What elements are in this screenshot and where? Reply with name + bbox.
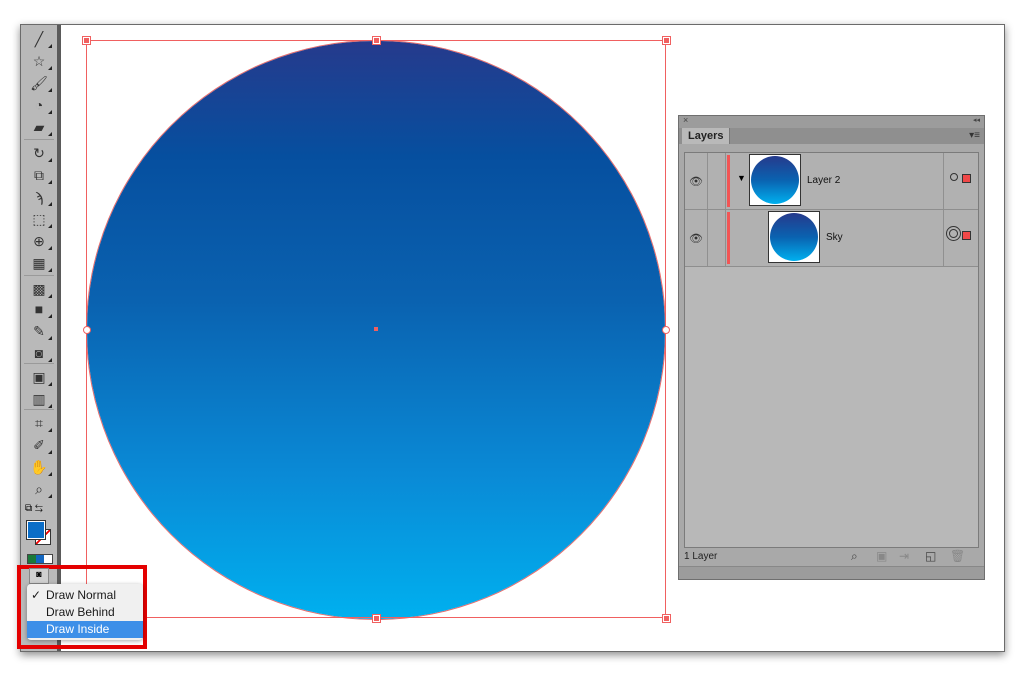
panel-resize-grip[interactable] bbox=[679, 566, 984, 579]
toolbar-separator bbox=[24, 409, 54, 410]
handle-bottom-center[interactable] bbox=[372, 614, 381, 623]
layers-panel: × ◂◂ Layers ▾≡ 👁 ▼ Layer 2 👁 Sky 1 Layer… bbox=[678, 115, 985, 580]
layers-list: 👁 ▼ Layer 2 👁 Sky bbox=[684, 152, 979, 548]
anchor-right[interactable] bbox=[662, 326, 670, 334]
menu-item-draw-normal[interactable]: ✓ Draw Normal bbox=[27, 587, 143, 604]
menu-item-draw-behind[interactable]: Draw Behind bbox=[27, 604, 143, 621]
trash-icon[interactable]: 🗑 bbox=[950, 549, 965, 563]
layer-row[interactable]: 👁 ▼ Layer 2 bbox=[685, 153, 978, 210]
close-icon[interactable]: × bbox=[683, 115, 688, 125]
panel-footer: 1 Layer ⌕ ▣ ⇥ ◱ 🗑 bbox=[679, 547, 984, 565]
draw-mode-menu: ✓ Draw Normal Draw Behind Draw Inside bbox=[27, 584, 143, 640]
blob-brush-icon[interactable]: ◔ bbox=[25, 95, 53, 115]
layer-color-bar bbox=[727, 155, 730, 207]
perspective-grid-icon[interactable]: ▦ bbox=[25, 253, 53, 273]
eraser-icon[interactable]: ▰ bbox=[25, 117, 53, 137]
tab-layers[interactable]: Layers bbox=[682, 128, 731, 144]
warp-icon[interactable]: ϡ bbox=[25, 187, 53, 207]
paintbrush-icon[interactable]: 🖌 bbox=[25, 73, 53, 93]
gradient-icon[interactable]: ■ bbox=[25, 299, 53, 319]
tools-panel: ╱ ☆ 🖌 ◔ ▰ ↻ ⧉ ϡ ⬚ ⊕ ▦ ▩ ■ ✎ ◙ ▣ ▥ ⌗ ✐ ✋ ⌕ ⧉ ⇆ bbox=[21, 25, 61, 651]
layer-row[interactable]: 👁 Sky bbox=[685, 210, 978, 267]
swap-fill-stroke-icon[interactable]: ⧉ ⇆ bbox=[25, 503, 43, 514]
selected-square-icon[interactable] bbox=[962, 231, 971, 240]
blend-icon[interactable]: ◙ bbox=[25, 343, 53, 363]
lock-toggle[interactable] bbox=[707, 210, 726, 266]
layer-thumbnail bbox=[749, 154, 801, 206]
panel-title-bar: × ◂◂ bbox=[679, 115, 984, 128]
layer-color-bar bbox=[727, 212, 730, 264]
toolbar-separator bbox=[24, 275, 54, 276]
object-name[interactable]: Sky bbox=[826, 232, 843, 243]
checkmark-icon: ✓ bbox=[31, 588, 42, 602]
artboard-icon[interactable]: ⌗ bbox=[25, 413, 53, 433]
object-thumbnail bbox=[768, 211, 820, 263]
eyedropper-icon[interactable]: ✎ bbox=[25, 321, 53, 341]
column-graph-icon[interactable]: ▥ bbox=[25, 389, 53, 409]
scale-icon[interactable]: ⧉ bbox=[25, 165, 53, 185]
target-column bbox=[943, 210, 978, 266]
selected-square-icon[interactable] bbox=[962, 174, 971, 183]
collapse-icon[interactable]: ◂◂ bbox=[973, 116, 980, 124]
lock-toggle[interactable] bbox=[707, 153, 726, 209]
expand-triangle-icon[interactable]: ▼ bbox=[737, 173, 746, 183]
free-transform-icon[interactable]: ⬚ bbox=[25, 209, 53, 229]
mesh-icon[interactable]: ▩ bbox=[25, 279, 53, 299]
locate-object-icon[interactable]: ⌕ bbox=[851, 549, 858, 564]
layer-name[interactable]: Layer 2 bbox=[807, 175, 840, 186]
target-double-circle-icon[interactable] bbox=[949, 229, 958, 238]
new-sublayer-icon[interactable]: ⇥ bbox=[899, 549, 909, 563]
handle-bottom-right[interactable] bbox=[662, 614, 671, 623]
target-circle-icon[interactable] bbox=[950, 173, 958, 181]
toolbar-separator bbox=[24, 139, 54, 140]
slice-icon[interactable]: ✐ bbox=[25, 435, 53, 455]
star-icon[interactable]: ☆ bbox=[25, 51, 53, 71]
handle-top-right[interactable] bbox=[662, 36, 671, 45]
clipping-mask-icon[interactable]: ▣ bbox=[876, 549, 887, 563]
fill-stroke-swatch[interactable] bbox=[26, 520, 46, 540]
handle-top-center[interactable] bbox=[372, 36, 381, 45]
zoom-icon[interactable]: ⌕ bbox=[25, 479, 53, 499]
draw-mode-button[interactable]: ◙ bbox=[29, 568, 49, 584]
line-segment-icon[interactable]: ╱ bbox=[25, 29, 53, 49]
new-layer-icon[interactable]: ◱ bbox=[925, 549, 936, 563]
toolbar-separator bbox=[24, 363, 54, 364]
hand-icon[interactable]: ✋ bbox=[25, 457, 53, 477]
visibility-eye-icon[interactable]: 👁 bbox=[685, 210, 708, 266]
symbol-sprayer-icon[interactable]: ▣ bbox=[25, 367, 53, 387]
anchor-left[interactable] bbox=[83, 326, 91, 334]
panel-menu-icon[interactable]: ▾≡ bbox=[969, 130, 980, 141]
handle-top-left[interactable] bbox=[82, 36, 91, 45]
rotate-icon[interactable]: ↻ bbox=[25, 143, 53, 163]
color-mode-buttons[interactable] bbox=[27, 554, 53, 564]
layer-count: 1 Layer bbox=[684, 551, 718, 562]
shape-builder-icon[interactable]: ⊕ bbox=[25, 231, 53, 251]
menu-item-draw-inside[interactable]: Draw Inside bbox=[27, 621, 143, 638]
target-column bbox=[943, 153, 978, 209]
center-point bbox=[374, 327, 378, 331]
visibility-eye-icon[interactable]: 👁 bbox=[685, 153, 708, 209]
panel-tabs: Layers ▾≡ bbox=[679, 128, 984, 144]
